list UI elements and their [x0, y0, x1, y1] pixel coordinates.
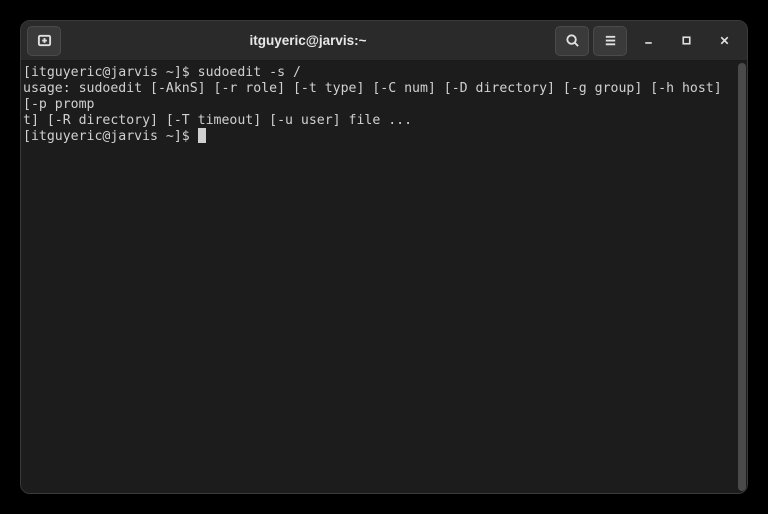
output-line-1: usage: sudoedit [-AknS] [-r role] [-t ty… [23, 81, 730, 112]
terminal-body-wrap: [itguyeric@jarvis ~]$ sudoedit -s / usag… [21, 61, 747, 493]
search-button[interactable] [555, 26, 589, 56]
new-tab-button[interactable] [27, 26, 61, 56]
prompt-2: [itguyeric@jarvis ~]$ [23, 129, 198, 144]
maximize-button[interactable] [669, 26, 703, 56]
search-icon [565, 33, 580, 48]
cursor [198, 128, 206, 143]
prompt-1: [itguyeric@jarvis ~]$ [23, 65, 198, 80]
minimize-button[interactable] [631, 26, 665, 56]
menu-button[interactable] [593, 26, 627, 56]
hamburger-icon [603, 33, 618, 48]
scrollbar-thumb[interactable] [738, 63, 746, 491]
window-title: itguyeric@jarvis:~ [61, 33, 555, 48]
terminal-window: itguyeric@jarvis:~ [20, 20, 748, 494]
close-button[interactable] [707, 26, 741, 56]
scrollbar[interactable] [737, 61, 747, 493]
close-icon [718, 34, 731, 47]
new-tab-icon [37, 33, 52, 48]
command-1: sudoedit -s / [198, 65, 301, 80]
output-line-2: t] [-R directory] [-T timeout] [-u user]… [23, 113, 412, 128]
titlebar: itguyeric@jarvis:~ [21, 21, 747, 61]
maximize-icon [680, 34, 693, 47]
terminal-body[interactable]: [itguyeric@jarvis ~]$ sudoedit -s / usag… [21, 61, 737, 493]
minimize-icon [642, 34, 655, 47]
